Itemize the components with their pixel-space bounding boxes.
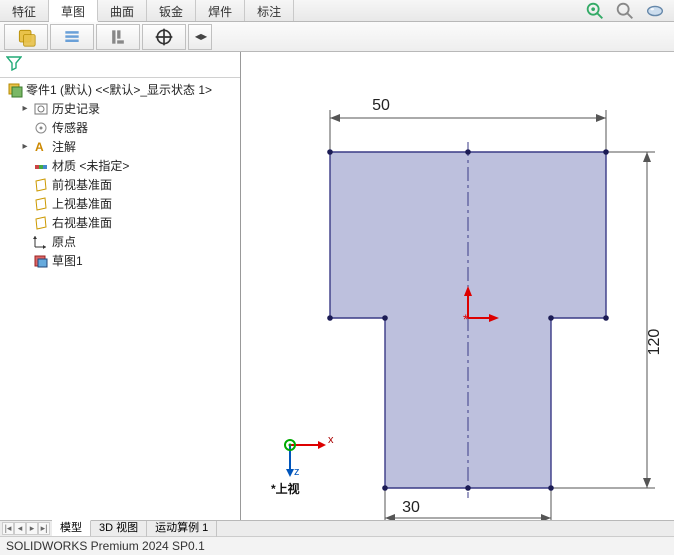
bottom-view-tabs: |◂ ◂ ▸ ▸| 模型 3D 视图 运动算例 1 xyxy=(0,520,674,536)
tree-material[interactable]: 材质 <未指定> xyxy=(2,156,238,175)
tab-features[interactable]: 特征 xyxy=(0,0,49,21)
part-icon xyxy=(7,82,23,98)
tree-root-label: 零件1 (默认) <<默认>_显示状态 1> xyxy=(26,81,212,98)
main-area: 零件1 (默认) <<默认>_显示状态 1> ▸ 历史记录 传感器 ▸ A 注解… xyxy=(0,52,674,520)
command-tabs: 特征 草图 曲面 钣金 焊件 标注 xyxy=(0,0,674,22)
status-bar: SOLIDWORKS Premium 2024 SP0.1 xyxy=(0,536,674,555)
plane-icon xyxy=(33,196,49,212)
origin-icon xyxy=(33,234,49,250)
view-triad[interactable]: x z xyxy=(272,407,342,477)
tab-nav: |◂ ◂ ▸ ▸| xyxy=(0,522,52,535)
feature-manager-button[interactable] xyxy=(4,24,48,50)
tree-sketch1[interactable]: 草图1 xyxy=(2,251,238,270)
expand-icon[interactable]: ▸ xyxy=(20,141,30,152)
tab-nav-prev[interactable]: ◂ xyxy=(14,522,26,535)
tab-sheetmetal[interactable]: 钣金 xyxy=(147,0,196,21)
graphics-canvas[interactable]: 50 120 30 xyxy=(241,52,674,520)
material-icon xyxy=(33,158,49,174)
plane-icon xyxy=(33,215,49,231)
dim-bottom-text: 30 xyxy=(402,499,420,516)
tab-nav-next[interactable]: ▸ xyxy=(26,522,38,535)
panel-overflow-button[interactable]: ◀▶ xyxy=(188,24,212,50)
tab-surface[interactable]: 曲面 xyxy=(98,0,147,21)
tab-sketch[interactable]: 草图 xyxy=(49,0,98,22)
annotations-icon: A xyxy=(33,139,49,155)
svg-text:*: * xyxy=(463,311,469,327)
appearance-icon[interactable] xyxy=(644,0,666,25)
panel-toolbar: ◀▶ xyxy=(0,22,674,52)
tree-plane-right[interactable]: 右视基准面 xyxy=(2,213,238,232)
expand-icon[interactable]: ▸ xyxy=(20,103,30,114)
bottom-tab-3dview[interactable]: 3D 视图 xyxy=(91,521,147,537)
filter-icon[interactable] xyxy=(6,55,22,74)
tree-root[interactable]: 零件1 (默认) <<默认>_显示状态 1> xyxy=(2,80,238,99)
dimxpert-manager-button[interactable] xyxy=(142,24,186,50)
tab-annotate[interactable]: 标注 xyxy=(245,0,294,21)
tab-nav-last[interactable]: ▸| xyxy=(38,522,50,535)
dim-top-text: 50 xyxy=(372,97,390,114)
plane-icon xyxy=(33,177,49,193)
feature-tree[interactable]: 零件1 (默认) <<默认>_显示状态 1> ▸ 历史记录 传感器 ▸ A 注解… xyxy=(0,78,240,520)
feature-tree-panel: 零件1 (默认) <<默认>_显示状态 1> ▸ 历史记录 传感器 ▸ A 注解… xyxy=(0,52,241,520)
view-orientation-label: *上视 xyxy=(271,480,300,497)
property-manager-button[interactable] xyxy=(50,24,94,50)
tree-plane-top[interactable]: 上视基准面 xyxy=(2,194,238,213)
tree-annotations[interactable]: ▸ A 注解 xyxy=(2,137,238,156)
tree-sensors[interactable]: 传感器 xyxy=(2,118,238,137)
view-tools xyxy=(584,0,666,25)
bottom-tab-model[interactable]: 模型 xyxy=(52,520,91,536)
tree-plane-front[interactable]: 前视基准面 xyxy=(2,175,238,194)
zoom-fit-icon[interactable] xyxy=(584,0,606,25)
tree-filter-row xyxy=(0,52,240,78)
tab-weldment[interactable]: 焊件 xyxy=(196,0,245,21)
status-text: SOLIDWORKS Premium 2024 SP0.1 xyxy=(6,539,205,553)
triad-z-label: z xyxy=(294,466,300,477)
dim-right-text: 120 xyxy=(646,329,663,356)
tab-nav-first[interactable]: |◂ xyxy=(2,522,14,535)
svg-text:A: A xyxy=(35,140,44,154)
sensors-icon xyxy=(33,120,49,136)
history-icon xyxy=(33,101,49,117)
zoom-area-icon[interactable] xyxy=(614,0,636,25)
config-manager-button[interactable] xyxy=(96,24,140,50)
tree-origin[interactable]: 原点 xyxy=(2,232,238,251)
bottom-tab-motion[interactable]: 运动算例 1 xyxy=(147,521,217,537)
sketch-icon xyxy=(33,253,49,269)
tree-history[interactable]: ▸ 历史记录 xyxy=(2,99,238,118)
triad-x-label: x xyxy=(328,434,334,446)
